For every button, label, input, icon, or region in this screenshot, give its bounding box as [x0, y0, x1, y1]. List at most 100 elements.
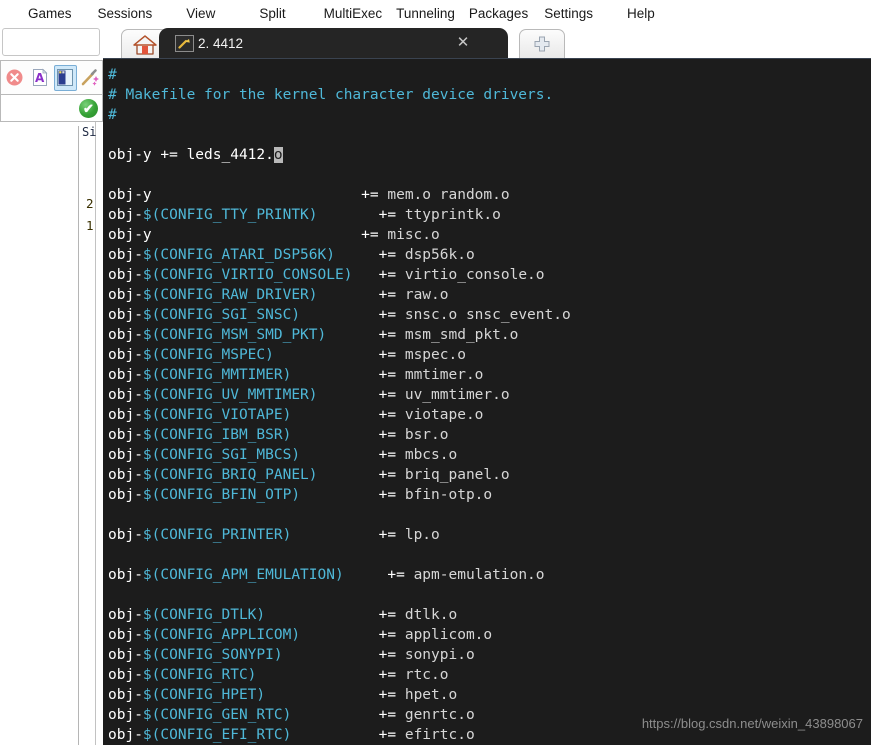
- terminal-text-span: [300, 307, 379, 323]
- terminal-line: obj-$(CONFIG_PRINTER) += lp.o: [108, 525, 871, 545]
- terminal-line: obj-$(CONFIG_RTC) += rtc.o: [108, 665, 871, 685]
- terminal-text-span: $(CONFIG_SGI_MBCS): [142, 447, 301, 463]
- terminal-text-span: ttyprintk.o: [396, 207, 501, 223]
- menu-item-settings[interactable]: Settings: [538, 4, 599, 23]
- terminal-text-span: obj-: [108, 307, 143, 323]
- terminal-text-span: obj-: [108, 447, 143, 463]
- menu-item-view[interactable]: View: [180, 4, 221, 23]
- close-red-icon-button[interactable]: [3, 65, 26, 91]
- font-a-icon: A: [32, 68, 48, 86]
- terminal-text-span: viotape.o: [396, 407, 484, 423]
- terminal-text-span: obj-: [108, 327, 143, 343]
- terminal-line: #: [108, 65, 871, 85]
- terminal-text-span: obj-: [108, 627, 143, 643]
- terminal-text-span: +=: [378, 267, 397, 283]
- terminal-text-span: $(CONFIG_VIRTIO_CONSOLE): [142, 267, 353, 283]
- menu-item-tunneling[interactable]: Tunneling: [390, 4, 461, 23]
- terminal-text-span: [335, 247, 379, 263]
- terminal-text-span: # Makefile for the kernel character devi…: [108, 87, 554, 103]
- terminal-text-span: +=: [378, 387, 397, 403]
- terminal-text-span: apm-emulation.o: [404, 567, 545, 583]
- terminal-line: obj-$(CONFIG_SGI_SNSC) += snsc.o snsc_ev…: [108, 305, 871, 325]
- menu-item-help[interactable]: Help: [621, 4, 661, 23]
- menu-item-multiexec[interactable]: MultiExec: [318, 4, 389, 23]
- terminal-line: obj-$(CONFIG_HPET) += hpet.o: [108, 685, 871, 705]
- terminal-text-span: rtc.o: [396, 667, 449, 683]
- terminal-text-span: lp.o: [396, 527, 440, 543]
- watermark-text: https://blog.csdn.net/weixin_43898067: [641, 716, 863, 731]
- terminal-text-span: +=: [378, 367, 397, 383]
- terminal-text-span: $(CONFIG_IBM_BSR): [142, 427, 292, 443]
- font-a-icon-button[interactable]: A: [28, 65, 51, 91]
- terminal-text-span: obj-: [108, 287, 143, 303]
- terminal-text-span: [283, 647, 379, 663]
- tab-active-session[interactable]: 2. 4412 ✕: [159, 28, 508, 59]
- menu-item-packages[interactable]: Packages: [463, 4, 534, 23]
- terminal-line: obj-y += misc.o: [108, 225, 871, 245]
- terminal-text-span: obj-: [108, 467, 143, 483]
- sidebar-edge-line: [95, 122, 96, 745]
- terminal-text-span: $(CONFIG_SONYPI): [142, 647, 283, 663]
- menu-item-games[interactable]: Games: [22, 4, 78, 23]
- terminal-key-icon: [175, 35, 194, 52]
- terminal-text-span: obj-y += leds_4412.: [108, 147, 274, 163]
- terminal-text-span: mbcs.o: [396, 447, 458, 463]
- menu-bar: Games Sessions View Split MultiExec Tunn…: [0, 0, 871, 26]
- terminal-line: obj-$(CONFIG_VIRTIO_CONSOLE) += virtio_c…: [108, 265, 871, 285]
- terminal-line: obj-$(CONFIG_BRIQ_PANEL) += briq_panel.o: [108, 465, 871, 485]
- sidebar-number-1: 1: [86, 218, 94, 233]
- sidebar-search-box[interactable]: [2, 28, 100, 56]
- terminal-text-span: obj-: [108, 527, 143, 543]
- terminal-text-span: obj-: [108, 267, 143, 283]
- terminal-text-span: +=: [378, 627, 397, 643]
- terminal-text-span: [326, 327, 378, 343]
- terminal-text-span: [256, 667, 378, 683]
- terminal-line: obj-$(CONFIG_SGI_MBCS) += mbcs.o: [108, 445, 871, 465]
- terminal-text-span: applicom.o: [396, 627, 493, 643]
- terminal-text-span: $(CONFIG_RTC): [142, 667, 257, 683]
- terminal-text-span: $(CONFIG_MMTIMER): [142, 367, 292, 383]
- terminal-text-span: $(CONFIG_SGI_SNSC): [142, 307, 301, 323]
- sidebar-toolbar: A: [0, 60, 103, 94]
- terminal-line: obj-$(CONFIG_MSPEC) += mspec.o: [108, 345, 871, 365]
- terminal-text-span: obj-: [108, 667, 143, 683]
- tab-active-label: 2. 4412: [198, 36, 244, 51]
- terminal-text-span: briq_panel.o: [396, 467, 510, 483]
- terminal-text-span: obj-: [108, 427, 143, 443]
- terminal-text-span: [318, 467, 379, 483]
- terminal-text-span: dsp56k.o: [396, 247, 475, 263]
- terminal-text-span: raw.o: [396, 287, 449, 303]
- terminal-text-span: [291, 407, 378, 423]
- terminal-text-span: $(CONFIG_GEN_RTC): [142, 707, 292, 723]
- terminal-text-span: efirtc.o: [396, 727, 475, 743]
- terminal-text-span: bsr.o: [396, 427, 449, 443]
- terminal-text-span: [318, 287, 379, 303]
- close-icon[interactable]: ✕: [454, 34, 472, 52]
- menu-item-sessions[interactable]: Sessions: [92, 4, 159, 23]
- terminal-text-span: $(CONFIG_HPET): [142, 687, 266, 703]
- terminal-text-span: +=: [378, 607, 397, 623]
- svg-text:A: A: [35, 71, 45, 85]
- terminal-text-span: #: [108, 67, 117, 83]
- terminal-text-span: +=: [378, 467, 397, 483]
- terminal-text-span: msm_smd_pkt.o: [396, 327, 519, 343]
- sidebar-number-2: 2: [86, 196, 94, 211]
- terminal-text-span: $(CONFIG_RAW_DRIVER): [142, 287, 318, 303]
- terminal-output[interactable]: # # Makefile for the kernel character dev…: [103, 58, 871, 745]
- terminal-text-span: +=: [361, 227, 379, 243]
- terminal-text-span: +=: [378, 327, 397, 343]
- terminal-text-span: $(CONFIG_UV_MMTIMER): [142, 387, 318, 403]
- terminal-text-span: genrtc.o: [396, 707, 475, 723]
- terminal-text-span: [291, 527, 378, 543]
- menu-item-split[interactable]: Split: [253, 4, 291, 23]
- magic-wand-icon-button[interactable]: [79, 65, 102, 91]
- new-tab-button[interactable]: [519, 29, 565, 58]
- terminal-line: obj-y += mem.o random.o: [108, 185, 871, 205]
- panel-layout-icon-button[interactable]: [53, 64, 77, 91]
- terminal-text-span: virtio_console.o: [396, 267, 545, 283]
- terminal-line: obj-y += leds_4412.o: [108, 145, 871, 165]
- sidebar-divider-line: [78, 126, 79, 745]
- terminal-text-span: obj-: [108, 687, 143, 703]
